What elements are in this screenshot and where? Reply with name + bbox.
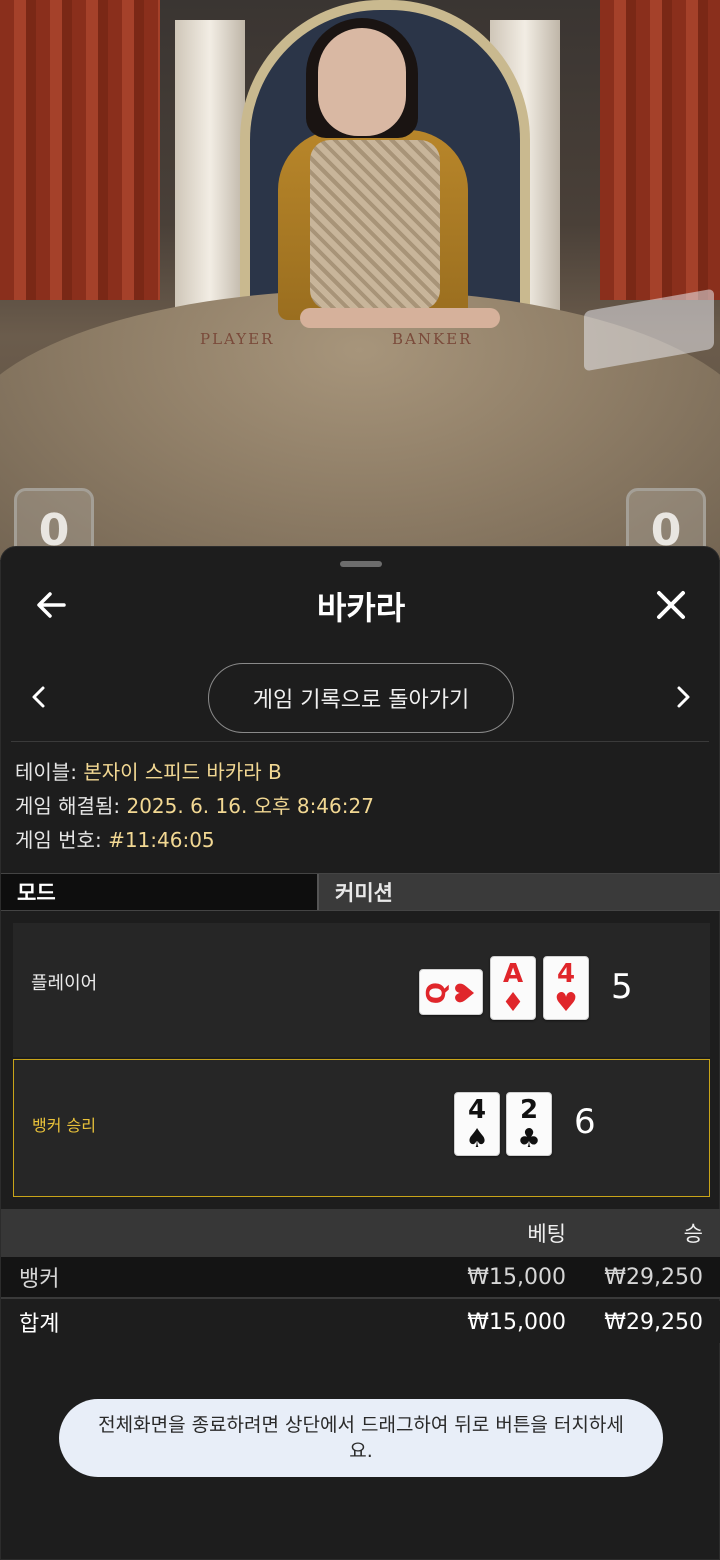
bet-column-header: 베팅 (527, 1222, 566, 1246)
sheet-title: 바카라 (316, 589, 406, 627)
card-rank: 4 (467, 1095, 487, 1125)
game-history-sheet: 바카라 게임 기록으로 돌아가기 테이블: 본자이 스피드 바카라 B 게임 해… (0, 546, 720, 1560)
playing-card: 2 ♣ (506, 1092, 552, 1156)
table-row: 뱅커 ₩15,000 ₩29,250 (1, 1257, 720, 1299)
bet-amount: ₩15,000 (467, 1264, 566, 1290)
dealer-head (318, 28, 406, 136)
pillar-left (175, 20, 245, 320)
bets-table-header: 베팅 승 (1, 1209, 720, 1257)
game-info: 테이블: 본자이 스피드 바카라 B 게임 해결됨: 2025. 6. 16. … (15, 755, 374, 857)
curtain-left (0, 0, 160, 300)
resolved-value: 2025. 6. 16. 오후 8:46:27 (126, 794, 374, 818)
felt-player-text: PLAYER (200, 330, 275, 348)
felt-banker-text: BANKER (392, 330, 473, 348)
chevron-left-icon (32, 686, 45, 708)
mode-tabs: 모드 커미션 (1, 873, 720, 911)
chevron-right-icon (677, 686, 690, 708)
player-hand-score: 5 (611, 967, 633, 1007)
live-video-stream: PLAYER BANKER 0 0 (0, 0, 720, 560)
close-x-icon (657, 591, 685, 619)
history-nav: 게임 기록으로 돌아가기 (1, 661, 720, 733)
table-label: 테이블: (15, 760, 77, 784)
tab-mode[interactable]: 모드 (1, 874, 319, 910)
total-win-amount: ₩29,250 (604, 1309, 703, 1335)
diamond-suit-icon: ♦ (501, 988, 525, 1018)
game-number-value: #11:46:05 (108, 828, 215, 852)
heart-suit-icon: ♥ (451, 981, 481, 1005)
game-number-label: 게임 번호: (15, 828, 102, 852)
bet-name: 뱅커 (19, 1267, 60, 1292)
total-row: 합계 ₩15,000 ₩29,250 (1, 1301, 720, 1343)
card-rank: A (502, 959, 524, 989)
banker-win-label: 뱅커 승리 (32, 1116, 96, 1135)
drag-handle[interactable] (340, 561, 382, 567)
playing-card: 4 ♠ (454, 1092, 500, 1156)
divider (11, 741, 709, 742)
club-suit-icon: ♣ (517, 1124, 541, 1154)
fullscreen-exit-toast: 전체화면을 종료하려면 상단에서 드래그하여 뒤로 버튼을 터치하세요. (59, 1399, 663, 1477)
banker-hand-score: 6 (574, 1102, 596, 1142)
dealer-hands (300, 308, 500, 328)
resolved-info-row: 게임 해결됨: 2025. 6. 16. 오후 8:46:27 (15, 789, 374, 823)
player-hand-label: 플레이어 (31, 973, 98, 994)
card-rank: 4 (556, 959, 576, 989)
curtain-right (600, 0, 720, 300)
total-label: 합계 (19, 1312, 60, 1337)
total-bet-amount: ₩15,000 (467, 1309, 566, 1335)
sheet-header: 바카라 (1, 575, 720, 635)
next-game-button[interactable] (661, 675, 705, 719)
playing-card: 4 ♥ (543, 956, 589, 1020)
win-column-header: 승 (683, 1222, 703, 1246)
banker-hand: 뱅커 승리 4 ♠ 2 ♣ 6 (13, 1059, 710, 1197)
playing-card: A ♦ (490, 956, 536, 1020)
win-amount: ₩29,250 (604, 1264, 703, 1290)
game-number-row: 게임 번호: #11:46:05 (15, 823, 374, 857)
previous-game-button[interactable] (17, 675, 61, 719)
resolved-label: 게임 해결됨: (15, 794, 121, 818)
heart-suit-icon: ♥ (554, 988, 578, 1018)
player-hand: 플레이어 Q ♥ A ♦ 4 ♥ 5 (13, 923, 710, 1057)
back-to-history-button[interactable]: 게임 기록으로 돌아가기 (208, 663, 514, 733)
close-button[interactable] (641, 575, 701, 635)
card-rank: Q (422, 981, 452, 1005)
table-value: 본자이 스피드 바카라 B (83, 760, 282, 784)
spade-suit-icon: ♠ (465, 1124, 489, 1154)
tab-commission[interactable]: 커미션 (319, 874, 720, 910)
card-rank: 2 (519, 1095, 539, 1125)
table-info-row: 테이블: 본자이 스피드 바카라 B (15, 755, 374, 789)
dealer-vest (310, 140, 440, 310)
playing-card: Q ♥ (419, 969, 483, 1015)
